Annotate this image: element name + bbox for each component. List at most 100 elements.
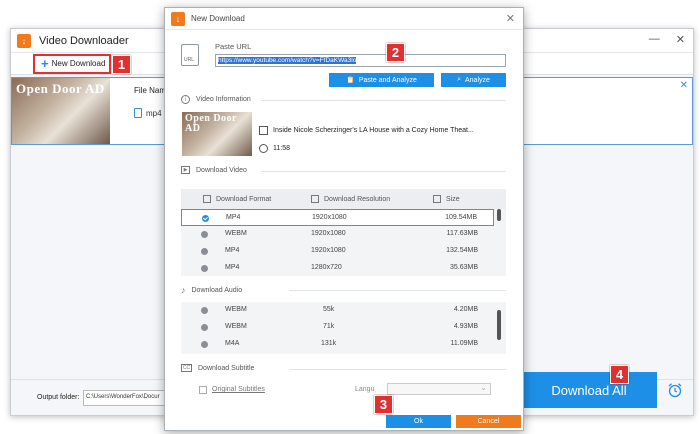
paste-and-analyze-button[interactable]: 📋 Paste and Analyze (329, 73, 434, 87)
dialog-close-icon[interactable]: ✕ (506, 12, 515, 25)
format-column-header: Download Format (203, 195, 271, 203)
original-subtitles-checkbox[interactable] (199, 386, 207, 394)
callout-badge-2: 2 (386, 43, 405, 62)
audio-row-size: 4.93MB (453, 323, 478, 330)
format-header-label: Download Format (216, 195, 272, 203)
video-row-resolution: 1920x1080 (311, 230, 346, 237)
audio-table: WEBM 55k 4.20MB WEBM 71k 4.93MB M4A 131k… (181, 302, 506, 354)
format-icon (203, 195, 211, 203)
analyze-button[interactable]: ⌕ Analyze (441, 73, 506, 87)
video-duration: 11:58 (273, 145, 290, 152)
search-icon: ⌕ (457, 76, 461, 83)
cancel-button[interactable]: Cancel (456, 415, 521, 428)
paste-url-label: Paste URL (215, 42, 252, 51)
language-label: Langu (355, 386, 375, 393)
task-filename-label: File Nam (134, 86, 167, 95)
video-row-format: MP4 (226, 214, 241, 221)
download-all-button[interactable]: Download All (521, 372, 657, 408)
video-row[interactable]: MP4 1920x1080 109.54MB (181, 209, 494, 226)
audio-row-format: M4A (225, 340, 240, 347)
dialog-logo-icon: ↓ (171, 11, 185, 26)
audio-row-bitrate: 71k (323, 323, 335, 330)
size-column-header: Size (433, 195, 460, 203)
video-row-size: 109.54MB (445, 214, 477, 221)
download-audio-label: Download Audio (191, 286, 243, 294)
dialog-titlebar: ↓ New Download (165, 8, 523, 30)
analyze-label: Analyze (465, 76, 490, 84)
radio-icon[interactable] (201, 307, 208, 314)
radio-icon[interactable] (201, 341, 208, 348)
radio-icon[interactable] (201, 231, 208, 238)
thumbnail-text: Open Door AD (16, 81, 105, 96)
url-input-value: https://www.youtube.com/watch?v=FfDaKWa3… (218, 57, 357, 64)
audio-row[interactable]: WEBM 55k 4.20MB (181, 302, 494, 319)
section-divider (289, 290, 506, 291)
video-thumbnail-text: Open Door AD (185, 113, 237, 134)
callout-badge-1: 1 (112, 55, 131, 74)
audio-row-format: WEBM (225, 323, 247, 330)
radio-icon[interactable] (201, 265, 208, 272)
clock-icon (259, 144, 268, 153)
video-row[interactable]: WEBM 1920x1080 117.63MB (181, 226, 494, 243)
video-table-scrollbar[interactable] (497, 209, 501, 221)
ok-button[interactable]: Ok (386, 415, 451, 428)
video-icon: ▶ (181, 166, 190, 174)
section-divider (261, 171, 506, 172)
download-audio-header: ♪ Download Audio (181, 285, 242, 295)
url-icon: URL (181, 44, 199, 66)
audio-row[interactable]: M4A 131k 11.09MB (181, 336, 494, 353)
output-folder-label: Output folder: (37, 394, 80, 401)
url-input[interactable]: https://www.youtube.com/watch?v=FfDaKWa3… (215, 54, 506, 67)
language-select[interactable] (387, 383, 491, 395)
file-icon (134, 108, 142, 118)
radio-icon[interactable] (201, 248, 208, 255)
video-row-resolution: 1920x1080 (312, 214, 347, 221)
video-table-header: Download Format Download Resolution Size (181, 189, 506, 209)
audio-row-size: 4.20MB (453, 306, 478, 313)
task-format-text: mp4 (146, 108, 162, 118)
callout-badge-4: 4 (610, 365, 629, 384)
download-video-label: Download Video (196, 166, 247, 174)
section-divider (289, 369, 506, 370)
video-thumbnail: Open Door AD (182, 112, 252, 156)
task-close-icon[interactable]: ✕ (680, 80, 688, 91)
clipboard-icon: 📋 (346, 77, 355, 84)
resolution-column-header: Download Resolution (311, 195, 390, 203)
video-row[interactable]: MP4 1920x1080 132.54MB (181, 243, 494, 260)
size-icon (433, 195, 441, 203)
original-subtitles-label[interactable]: Original Subtitles (212, 386, 265, 393)
video-row-format: MP4 (225, 264, 240, 271)
download-subtitle-label: Download Subtitle (198, 364, 255, 372)
music-note-icon: ♪ (181, 285, 186, 295)
info-icon: i (181, 95, 190, 104)
radio-selected-icon[interactable] (202, 215, 209, 222)
audio-row[interactable]: WEBM 71k 4.93MB (181, 319, 494, 336)
minimize-icon[interactable]: — (649, 33, 660, 46)
audio-row-bitrate: 131k (321, 340, 337, 347)
new-download-dialog: ↓ New Download ✕ URL Paste URL https://w… (164, 7, 524, 431)
audio-row-bitrate: 55k (323, 306, 335, 313)
paste-and-analyze-label: Paste and Analyze (358, 76, 417, 84)
task-thumbnail: Open Door AD (12, 78, 110, 144)
document-icon (259, 126, 268, 135)
section-divider (261, 100, 506, 101)
download-video-header: ▶ Download Video (181, 166, 247, 174)
dialog-title: New Download (191, 14, 245, 23)
video-row-size: 117.63MB (446, 230, 478, 237)
video-row-format: WEBM (225, 230, 247, 237)
window-controls: — ✕ (649, 33, 685, 46)
callout-box-new-download (33, 54, 111, 74)
audio-row-format: WEBM (225, 306, 247, 313)
callout-badge-3: 3 (374, 395, 393, 414)
video-information-label: Video Information (196, 96, 251, 103)
audio-table-scrollbar[interactable] (497, 310, 501, 340)
radio-icon[interactable] (201, 324, 208, 331)
video-row[interactable]: MP4 1280x720 35.63MB (181, 260, 494, 277)
video-title: Inside Nicole Scherzinger's LA House wit… (273, 127, 474, 134)
audio-row-size: 11.09MB (450, 340, 479, 347)
close-icon[interactable]: ✕ (676, 33, 685, 46)
alarm-clock-icon[interactable] (667, 382, 683, 398)
video-row-size: 132.54MB (446, 247, 478, 254)
video-table: MP4 1920x1080 109.54MB WEBM 1920x1080 11… (181, 209, 506, 276)
output-folder-input[interactable]: C:\Users\WonderFox\Docur (83, 390, 167, 406)
